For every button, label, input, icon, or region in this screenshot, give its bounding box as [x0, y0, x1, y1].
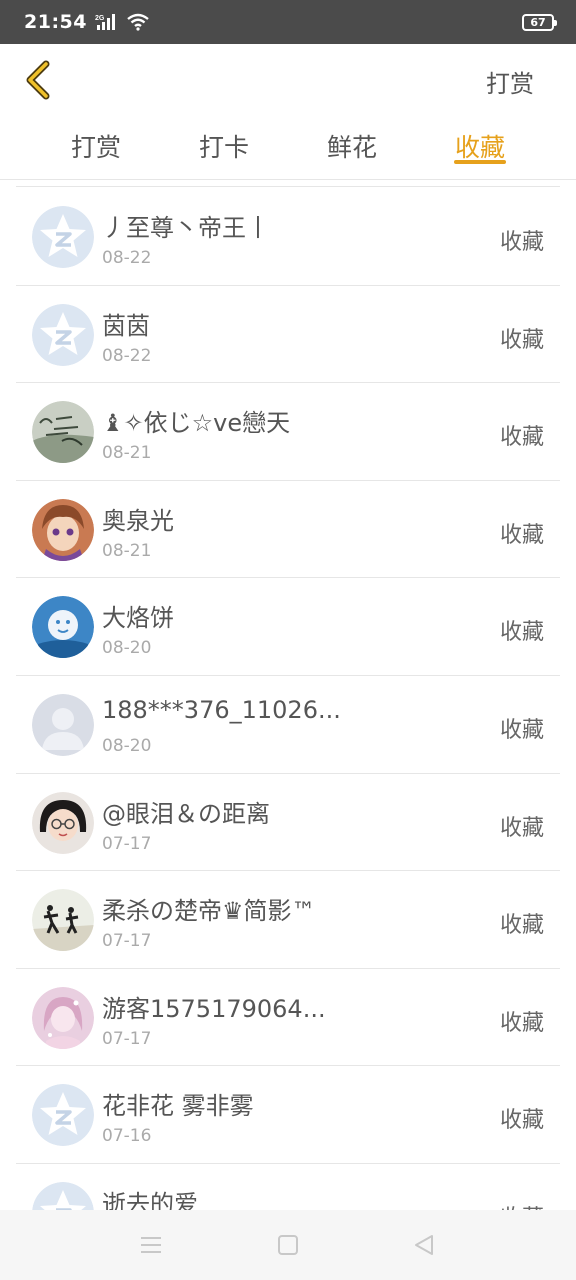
- user-name: 游客1575179064...: [102, 994, 326, 1023]
- battery-icon: 67: [522, 13, 557, 31]
- favorite-label: 收藏: [499, 620, 544, 646]
- tab-reward[interactable]: 打赏: [46, 128, 146, 164]
- user-name: 茵茵: [102, 311, 150, 340]
- back-triangle-icon: [415, 1235, 433, 1255]
- user-name: 丿至尊丶帝王丨: [102, 214, 270, 242]
- favorite-label: 收藏: [499, 327, 544, 353]
- list-item[interactable]: 茵茵 08-22 收藏: [16, 286, 560, 384]
- date: 07-17: [102, 1028, 152, 1049]
- anime-girl-avatar-icon: [32, 498, 94, 561]
- favorite-label: 收藏: [499, 1108, 544, 1134]
- favorite-label: 收藏: [499, 913, 544, 939]
- menu-button[interactable]: [136, 1232, 166, 1258]
- back-button[interactable]: [20, 58, 60, 102]
- pink-girl-avatar-icon: [32, 986, 94, 1049]
- favorite-label: 收藏: [499, 230, 544, 255]
- header: 打赏: [0, 44, 576, 116]
- list-item[interactable]: 游客1575179064... 07-17 收藏: [16, 969, 560, 1067]
- glasses-girl-avatar-icon: [32, 791, 94, 854]
- avatar: [32, 1084, 94, 1147]
- default-qq-avatar-icon: [32, 206, 94, 268]
- list-item[interactable]: 大烙饼 08-20 收藏: [16, 578, 560, 676]
- tab-favorites[interactable]: 收藏: [430, 128, 530, 164]
- avatar: [32, 791, 94, 854]
- default-qq-avatar-icon: [32, 303, 94, 366]
- list-divider: [16, 186, 560, 187]
- favorite-label: 收藏: [499, 815, 544, 841]
- list-item[interactable]: @眼泪＆の距离 07-17 收藏: [16, 774, 560, 872]
- avatar: [32, 889, 94, 952]
- list-item[interactable]: 188***376_11026... 08-20 收藏: [16, 676, 560, 774]
- beach-people-avatar-icon: [32, 889, 94, 952]
- avatar: [32, 206, 94, 268]
- favorite-label: 收藏: [499, 1010, 544, 1036]
- avatar: [32, 986, 94, 1049]
- date: 08-21: [102, 540, 152, 561]
- user-name: @眼泪＆の距离: [102, 799, 270, 828]
- back-nav-button[interactable]: [410, 1232, 440, 1258]
- default-person-avatar-icon: [32, 694, 94, 756]
- favorite-label: 收藏: [499, 718, 544, 743]
- status-bar: 21:54 2G 67: [0, 0, 576, 44]
- date: 08-22: [102, 248, 152, 268]
- date: 07-16: [102, 1126, 152, 1147]
- date: 08-22: [102, 345, 152, 366]
- battery-level: 67: [530, 15, 546, 29]
- avatar: [32, 303, 94, 366]
- date: 08-20: [102, 736, 152, 756]
- tab-checkin[interactable]: 打卡: [174, 128, 274, 164]
- favorite-label: 收藏: [499, 425, 544, 451]
- status-icons: 2G: [95, 13, 149, 31]
- date: 07-17: [102, 833, 152, 854]
- network-label: 2G: [95, 15, 105, 22]
- user-name: ♝✧依じ☆ve戀天: [102, 409, 291, 438]
- avatar: [32, 498, 94, 561]
- user-name: 奥泉光: [102, 506, 174, 535]
- list-item[interactable]: 逝去的爱 收藏: [16, 1164, 560, 1210]
- date: 07-17: [102, 931, 152, 952]
- list-item[interactable]: 奥泉光 08-21 收藏: [16, 481, 560, 579]
- home-button[interactable]: [273, 1232, 303, 1258]
- default-qq-avatar-icon: [32, 1182, 94, 1210]
- list-item[interactable]: 花非花 雾非雾 07-16 收藏: [16, 1066, 560, 1164]
- blue-moon-avatar-icon: [32, 596, 94, 659]
- avatar: [32, 596, 94, 659]
- favorite-label: 收藏: [500, 1200, 544, 1210]
- chevron-left-icon: [26, 60, 50, 100]
- home-square-icon: [278, 1235, 298, 1255]
- favorites-list: 丿至尊丶帝王丨 08-22 收藏 茵茵 08-22 收藏 ♝✧依じ☆ve戀天 0…: [0, 186, 576, 1210]
- tab-bar: 打赏 打卡 鲜花 收藏: [0, 116, 576, 180]
- user-name: 188***376_11026...: [102, 696, 341, 724]
- system-nav-bar: [0, 1210, 576, 1280]
- active-tab-indicator: [454, 160, 506, 164]
- reward-button[interactable]: 打赏: [486, 64, 534, 99]
- avatar: [32, 1182, 94, 1210]
- avatar: [32, 694, 94, 756]
- default-qq-avatar-icon: [32, 1084, 94, 1147]
- handwriting-avatar-icon: [32, 401, 94, 464]
- signal-icon: 2G: [95, 14, 115, 30]
- status-time: 21:54: [24, 11, 87, 33]
- user-name: 柔杀の楚帝♛简影™: [102, 897, 316, 926]
- list-item[interactable]: 柔杀の楚帝♛简影™ 07-17 收藏: [16, 871, 560, 969]
- date: 08-21: [102, 443, 152, 464]
- avatar: [32, 401, 94, 464]
- user-name: 花非花 雾非雾: [102, 1092, 254, 1121]
- menu-icon: [141, 1237, 161, 1253]
- tab-flowers[interactable]: 鲜花: [302, 128, 402, 164]
- date: 08-20: [102, 638, 152, 659]
- user-name: 大烙饼: [102, 604, 174, 633]
- favorite-label: 收藏: [499, 522, 544, 548]
- list-item[interactable]: ♝✧依じ☆ve戀天 08-21 收藏: [16, 383, 560, 481]
- list-item[interactable]: 丿至尊丶帝王丨 08-22 收藏: [16, 188, 560, 286]
- user-name: 逝去的爱: [102, 1190, 198, 1210]
- wifi-icon: [127, 13, 149, 31]
